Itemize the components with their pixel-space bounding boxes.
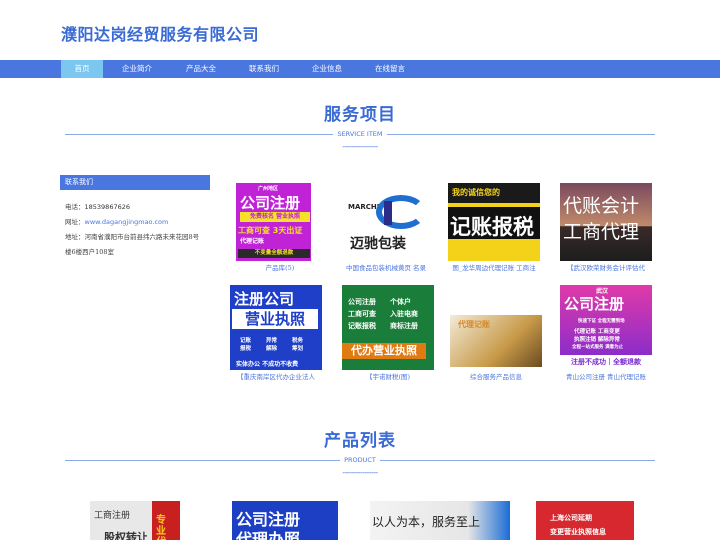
nav-item-home[interactable]: 首页 xyxy=(61,60,103,78)
phone-label: 电话： xyxy=(65,203,85,211)
image-text: 股权转让 xyxy=(104,531,148,540)
product-image[interactable]: 以人为本，服务至上 xyxy=(370,501,510,540)
image-text: 以人为本，服务至上 xyxy=(372,515,481,529)
nav-item-products[interactable]: 产品大全 xyxy=(180,60,222,78)
image-text: 公司注册 xyxy=(348,298,376,306)
image-text: 代理记账 工商变更 xyxy=(574,329,620,335)
image-text: 免费核名 营业执照 xyxy=(240,212,310,222)
nav-item-about[interactable]: 企业简介 xyxy=(116,60,158,78)
image-text: 代理记账 xyxy=(240,238,265,245)
image-text: 记账 报税 xyxy=(240,338,252,352)
image-text: 代办营业执照 xyxy=(342,343,426,359)
service-image[interactable]: 注册公司 营业执照 记账 报税 异常 解除 税务 筹划 实体办公 不成功不收费 xyxy=(230,285,322,370)
phone-value: 18539867626 xyxy=(84,203,131,211)
service-card[interactable]: MARCHI 迈驰包装 中国食品包装机械黄页 名录 xyxy=(340,183,432,273)
image-text: 工商注册 xyxy=(94,511,131,521)
site-title[interactable]: 濮阳达岗经贸服务有限公司 xyxy=(61,21,259,45)
image-text: 专业代 xyxy=(156,515,166,540)
image-text: 快速下证 全程无需到场 xyxy=(578,319,625,324)
services-subtitle: SERVICE ITEM xyxy=(333,130,387,138)
service-caption[interactable]: 中国食品包装机械黄页 名录 xyxy=(340,264,432,273)
web-link[interactable]: www.dagangjingmao.com xyxy=(85,218,169,226)
image-text: 实体办公 不成功不收费 xyxy=(236,361,299,368)
service-card[interactable]: 武汉 公司注册 快速下证 全程无需到场 代理记账 工商变更 执照注销 解除异常 … xyxy=(560,285,652,382)
image-text: 工商可查 xyxy=(348,310,376,318)
service-image[interactable]: 代账会计 工商代理 xyxy=(560,183,652,261)
service-caption[interactable]: 产品库(5) xyxy=(234,264,326,273)
contact-heading: 联系我们 xyxy=(60,175,210,190)
image-text: 记账报税 xyxy=(348,322,376,330)
image-text: 代理记账 xyxy=(458,320,490,329)
address-value: 河南省濮阳市台前县纬六路未来花园8号楼6楼西户108室 xyxy=(65,233,200,256)
service-image[interactable]: 广州地区 公司注册 免费核名 营业执照 工商可查 3天出证 代理记账 不变量全额… xyxy=(234,183,326,261)
service-card[interactable]: 我的诚信您的 记账报税 图_龙华周边代理记账 工商注 xyxy=(448,183,540,273)
image-text: 记账报税 xyxy=(450,215,534,239)
image-text: 上海公司延期 xyxy=(550,514,592,522)
service-image[interactable]: 我的诚信您的 记账报税 xyxy=(448,183,540,261)
image-text: 全程一站式服务 满意为止 xyxy=(572,345,624,350)
image-text: 营业执照 xyxy=(232,309,318,329)
image-text: 入驻电商 xyxy=(390,310,418,318)
image-text: 注册公司 xyxy=(234,290,295,308)
nav-item-message[interactable]: 在线留言 xyxy=(369,60,411,78)
image-text: 个体户 xyxy=(390,298,411,306)
image-text: 工商代理 xyxy=(563,221,640,243)
product-image[interactable]: 公司注册 代理办照 xyxy=(232,501,338,540)
service-caption[interactable]: 图_龙华周边代理记账 工商注 xyxy=(448,264,540,273)
service-caption[interactable]: 【宇诺财税(图) xyxy=(342,373,434,382)
image-text: 注册不成功｜全额退款 xyxy=(560,355,652,370)
contact-box: 联系我们 电话：18539867626 网址：www.dagangjingmao… xyxy=(60,175,210,260)
service-image[interactable]: 公司注册 工商可查 记账报税 个体户 入驻电商 商标注册 代办营业执照 xyxy=(342,285,434,370)
service-card[interactable]: 公司注册 工商可查 记账报税 个体户 入驻电商 商标注册 代办营业执照 【宇诺财… xyxy=(342,285,434,382)
service-image[interactable]: 代理记账 xyxy=(450,285,542,370)
image-text: 广州地区 xyxy=(258,186,279,192)
image-text: 税务 筹划 xyxy=(292,338,304,352)
product-image[interactable]: 上海公司延期 变更营业执照信息 xyxy=(536,501,634,540)
service-caption[interactable]: 【武汉欧荣财务会计评估代 xyxy=(560,264,652,273)
service-card[interactable]: 代理记账 综合服务产品信息 xyxy=(450,285,542,382)
service-card[interactable]: 广州地区 公司注册 免费核名 营业执照 工商可查 3天出证 代理记账 不变量全额… xyxy=(234,183,326,273)
services-dash: ---------------- xyxy=(342,142,378,151)
products-subtitle: PRODUCT xyxy=(340,456,380,464)
main-nav: 首页 企业简介 产品大全 联系我们 企业信息 在线留言 xyxy=(0,60,720,78)
image-text: 代账会计 xyxy=(563,195,640,217)
image-text: 不变量全额退款 xyxy=(238,249,310,258)
service-image[interactable]: 武汉 公司注册 快速下证 全程无需到场 代理记账 工商变更 执照注销 解除异常 … xyxy=(560,285,652,370)
service-image[interactable]: MARCHI 迈驰包装 xyxy=(340,183,432,261)
services-title: 服务项目 xyxy=(324,105,396,125)
service-caption[interactable]: 【重庆南岸区代办企业法人 xyxy=(230,373,322,382)
image-text: 公司注册 xyxy=(240,194,301,212)
image-text: 变更营业执照信息 xyxy=(550,528,606,536)
nav-item-company-info[interactable]: 企业信息 xyxy=(306,60,348,78)
image-text: 迈驰包装 xyxy=(350,236,406,252)
services-section-header: 服务项目 SERVICE ITEM ---------------- xyxy=(0,100,720,152)
image-text: 商标注册 xyxy=(390,322,418,330)
service-card[interactable]: 注册公司 营业执照 记账 报税 异常 解除 税务 筹划 实体办公 不成功不收费 … xyxy=(230,285,322,382)
web-label: 网址： xyxy=(65,218,85,226)
image-text: 工商可查 3天出证 xyxy=(238,226,303,235)
service-caption[interactable]: 综合服务产品信息 xyxy=(450,373,542,382)
address-label: 地址： xyxy=(65,233,85,241)
image-text: 代理办照 xyxy=(236,530,301,540)
image-text: MARCHI xyxy=(348,203,380,211)
product-image[interactable]: 工商注册 专业代 股权转让 xyxy=(90,501,180,540)
service-caption[interactable]: 青山公司注册 青山代理记账 xyxy=(560,373,652,382)
service-card[interactable]: 代账会计 工商代理 【武汉欧荣财务会计评估代 xyxy=(560,183,652,273)
image-text: 执照注销 解除异常 xyxy=(574,337,620,343)
products-dash: ---------------- xyxy=(342,468,378,477)
nav-item-contact[interactable]: 联系我们 xyxy=(243,60,285,78)
image-text: 异常 解除 xyxy=(266,338,278,352)
products-section-header: 产品列表 PRODUCT ---------------- xyxy=(0,426,720,478)
image-text: 我的诚信您的 xyxy=(452,188,500,197)
image-text: 公司注册 xyxy=(564,295,625,313)
products-title: 产品列表 xyxy=(324,431,396,451)
